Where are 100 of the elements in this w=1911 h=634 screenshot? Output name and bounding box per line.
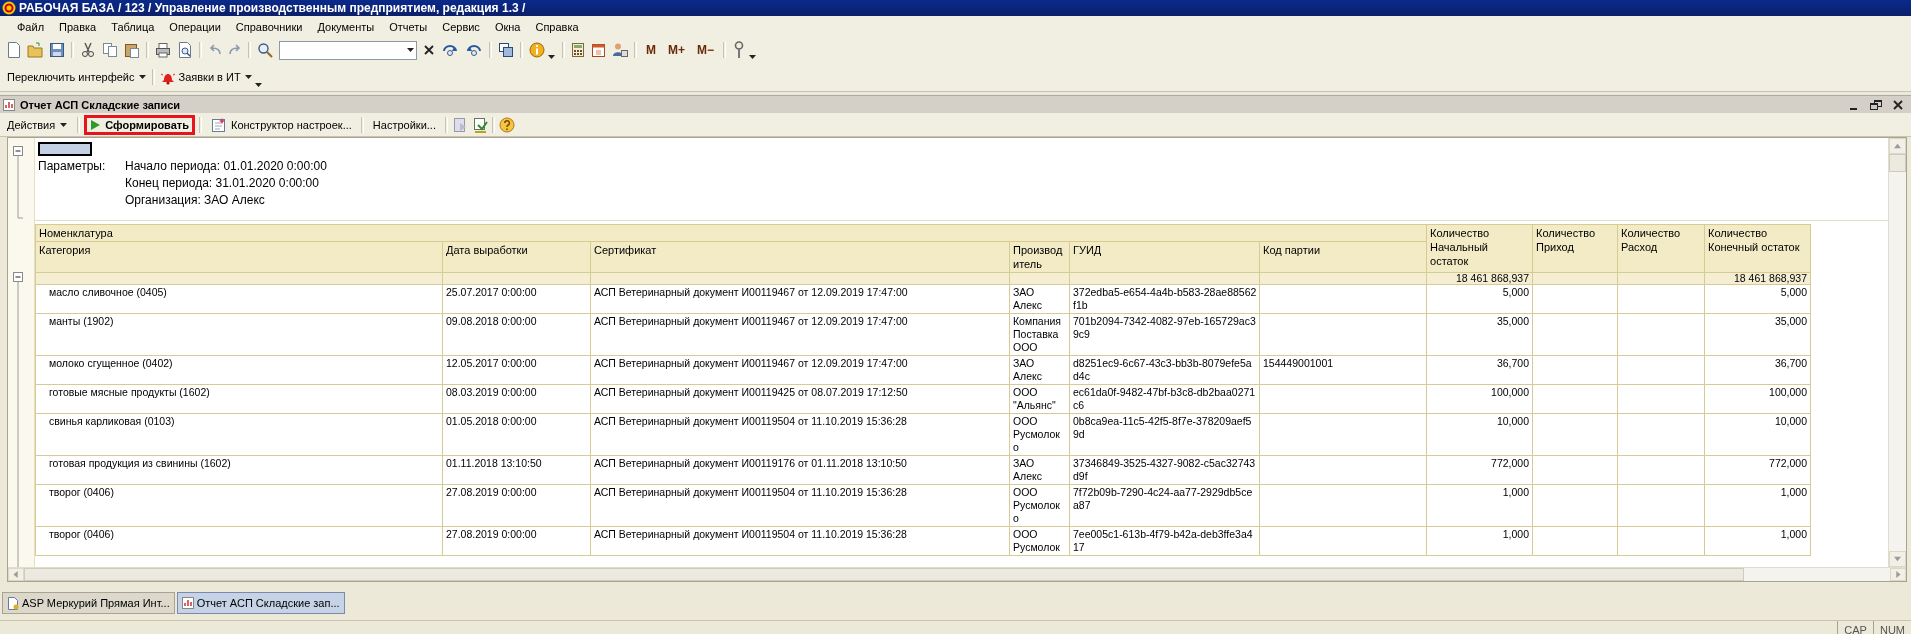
actions-menu[interactable]: Действия bbox=[2, 114, 74, 135]
copy-icon[interactable] bbox=[102, 42, 118, 58]
table-cell: 35,000 bbox=[1704, 313, 1811, 356]
window-tab[interactable]: ASP Меркурий Прямая Инт... bbox=[2, 592, 175, 614]
table-cell: 25.07.2017 0:00:00 bbox=[442, 284, 591, 314]
menu-item[interactable]: Справочники bbox=[228, 20, 311, 33]
memory-button[interactable]: M bbox=[643, 43, 659, 57]
table-cell: свинья карликовая (0103) bbox=[35, 413, 443, 456]
table-cell: манты (1902) bbox=[35, 313, 443, 356]
menu-item[interactable]: Отчеты bbox=[382, 20, 436, 33]
menu-item[interactable]: Таблица bbox=[104, 20, 163, 33]
help-icon[interactable] bbox=[498, 116, 515, 133]
column-header[interactable]: ГУИД bbox=[1069, 241, 1260, 273]
memory-button[interactable]: M+ bbox=[665, 43, 688, 57]
cut-icon[interactable] bbox=[80, 42, 96, 58]
toolbar-button[interactable]: Конструктор настроек... bbox=[206, 112, 357, 137]
menu-item[interactable]: Документы bbox=[310, 20, 383, 33]
windows-icon[interactable] bbox=[498, 42, 514, 58]
selected-cell[interactable] bbox=[38, 142, 92, 156]
table-cell: 701b2094-7342-4082-97eb-165729ac39c9 bbox=[1069, 313, 1260, 356]
users-icon[interactable] bbox=[612, 42, 628, 58]
table-cell: 772,000 bbox=[1426, 455, 1533, 485]
menu-item[interactable]: Операции bbox=[162, 20, 229, 33]
column-header[interactable]: Категория bbox=[35, 241, 443, 273]
clear-icon[interactable] bbox=[423, 44, 435, 56]
table-cell: ООО Русмолок bbox=[1009, 526, 1070, 556]
table-cell: 01.05.2018 0:00:00 bbox=[442, 413, 591, 456]
column-header[interactable]: Количество Приход bbox=[1532, 224, 1618, 273]
table-cell: 10,000 bbox=[1704, 413, 1811, 456]
caret-icon bbox=[59, 120, 69, 129]
toolbar-button[interactable]: Сформировать bbox=[84, 114, 195, 135]
column-header[interactable]: Дата выработки bbox=[442, 241, 591, 273]
scroll-thumb[interactable] bbox=[24, 568, 1744, 581]
parameters-label: Параметры: bbox=[38, 158, 107, 175]
table-cell: 100,000 bbox=[1426, 384, 1533, 414]
dropdown-caret-icon[interactable] bbox=[405, 46, 415, 54]
print-icon[interactable] bbox=[155, 42, 171, 58]
table-cell: 09.08.2018 0:00:00 bbox=[442, 313, 591, 356]
table-cell: АСП Ветеринарный документ И00119176 от 01.11.2018 13:10:50 bbox=[590, 455, 1010, 485]
dropdown-button[interactable]: Переключить интерфейс bbox=[7, 71, 147, 83]
column-header[interactable]: Код партии bbox=[1259, 241, 1427, 273]
table-cell: АСП Ветеринарный документ И00119467 от 12.09.2019 17:47:00 bbox=[590, 313, 1010, 356]
menu-item[interactable]: Правка bbox=[52, 20, 105, 33]
caret-icon bbox=[137, 73, 147, 81]
table-cell: 1,000 bbox=[1426, 484, 1533, 527]
save-icon[interactable] bbox=[49, 42, 65, 58]
search-icon[interactable] bbox=[257, 42, 273, 58]
menu-item[interactable]: Файл bbox=[10, 20, 53, 33]
window-title: РАБОЧАЯ БАЗА / 123 / Управление производственным предприятием, редакция 1.3 / bbox=[19, 1, 526, 15]
print-preview-icon[interactable] bbox=[177, 42, 193, 58]
table-cell: АСП Ветеринарный документ И00119504 от 11.10.2019 15:36:28 bbox=[590, 526, 1010, 556]
memory-button[interactable]: M− bbox=[694, 43, 718, 57]
table-cell: АСП Ветеринарный документ И00119504 от 11.10.2019 15:36:28 bbox=[590, 413, 1010, 456]
report-icon bbox=[3, 98, 15, 111]
table-cell: 36,700 bbox=[1426, 355, 1533, 385]
table-cell: 27.08.2019 0:00:00 bbox=[442, 484, 591, 527]
table-cell: 5,000 bbox=[1426, 284, 1533, 314]
window-tab[interactable]: Отчет АСП Складские зап... bbox=[176, 592, 345, 614]
column-header[interactable]: Количество Расход bbox=[1617, 224, 1705, 273]
table-cell: 08.03.2019 0:00:00 bbox=[442, 384, 591, 414]
restore-icon[interactable] bbox=[1869, 98, 1883, 111]
table-cell: АСП Ветеринарный документ И00119425 от 08.07.2019 17:12:50 bbox=[590, 384, 1010, 414]
table-cell: 7ee005c1-613b-4f79-b42a-deb3ffe3a417 bbox=[1069, 526, 1260, 556]
table-cell: АСП Ветеринарный документ И00119467 от 12.09.2019 17:47:00 bbox=[590, 284, 1010, 314]
caret-icon[interactable] bbox=[547, 53, 556, 61]
table-cell: 372edba5-e654-4a4b-b583-28ae88562f1b bbox=[1069, 284, 1260, 314]
settings-designer-icon bbox=[211, 116, 227, 133]
dropdown-button[interactable]: Заявки в ИТ bbox=[159, 69, 253, 85]
table-cell: 7f72b09b-7290-4c24-aa77-2929db5cea87 bbox=[1069, 484, 1260, 527]
table-cell: 1,000 bbox=[1426, 526, 1533, 556]
close-icon[interactable] bbox=[1891, 98, 1905, 111]
calendar-icon[interactable] bbox=[591, 42, 606, 58]
toolbar-button[interactable]: Настройки... bbox=[367, 114, 441, 135]
info-icon[interactable] bbox=[529, 42, 545, 58]
find-previous-icon[interactable] bbox=[465, 42, 483, 58]
table-cell: 01.11.2018 13:10:50 bbox=[442, 455, 591, 485]
table-cell: ЗАО Алекс bbox=[1009, 284, 1070, 314]
paste-icon[interactable] bbox=[124, 42, 140, 58]
calculator-icon[interactable] bbox=[571, 42, 585, 58]
menu-item[interactable]: Сервис bbox=[435, 20, 488, 33]
find-next-icon[interactable] bbox=[441, 42, 459, 58]
table-cell: АСП Ветеринарный документ И00119467 от 12.09.2019 17:47:00 bbox=[590, 355, 1010, 385]
column-header[interactable]: Сертификат bbox=[590, 241, 1010, 273]
table-cell: 154449001001 bbox=[1259, 355, 1427, 385]
save-report-icon[interactable] bbox=[471, 116, 488, 133]
column-header[interactable]: Количество Конечный остаток bbox=[1704, 224, 1811, 273]
table-cell: 1,000 bbox=[1704, 484, 1811, 527]
menu-item[interactable]: Окна bbox=[487, 20, 529, 33]
column-header[interactable]: Производитель bbox=[1009, 241, 1070, 273]
caret-icon[interactable] bbox=[748, 53, 758, 61]
folder-icon[interactable] bbox=[27, 42, 43, 58]
table-cell: ec61da0f-9482-47bf-b3c8-db2baa0271c6 bbox=[1069, 384, 1260, 414]
new-document-icon[interactable] bbox=[7, 42, 21, 58]
table-cell: творог (0406) bbox=[35, 484, 443, 527]
column-header[interactable]: Количество Начальный остаток bbox=[1426, 224, 1533, 273]
search-field[interactable] bbox=[279, 40, 417, 60]
menu-item[interactable]: Справка bbox=[528, 20, 587, 33]
scroll-thumb[interactable] bbox=[1889, 154, 1906, 172]
table-cell: 36,700 bbox=[1704, 355, 1811, 385]
status-indicator: NUM bbox=[1872, 621, 1911, 634]
